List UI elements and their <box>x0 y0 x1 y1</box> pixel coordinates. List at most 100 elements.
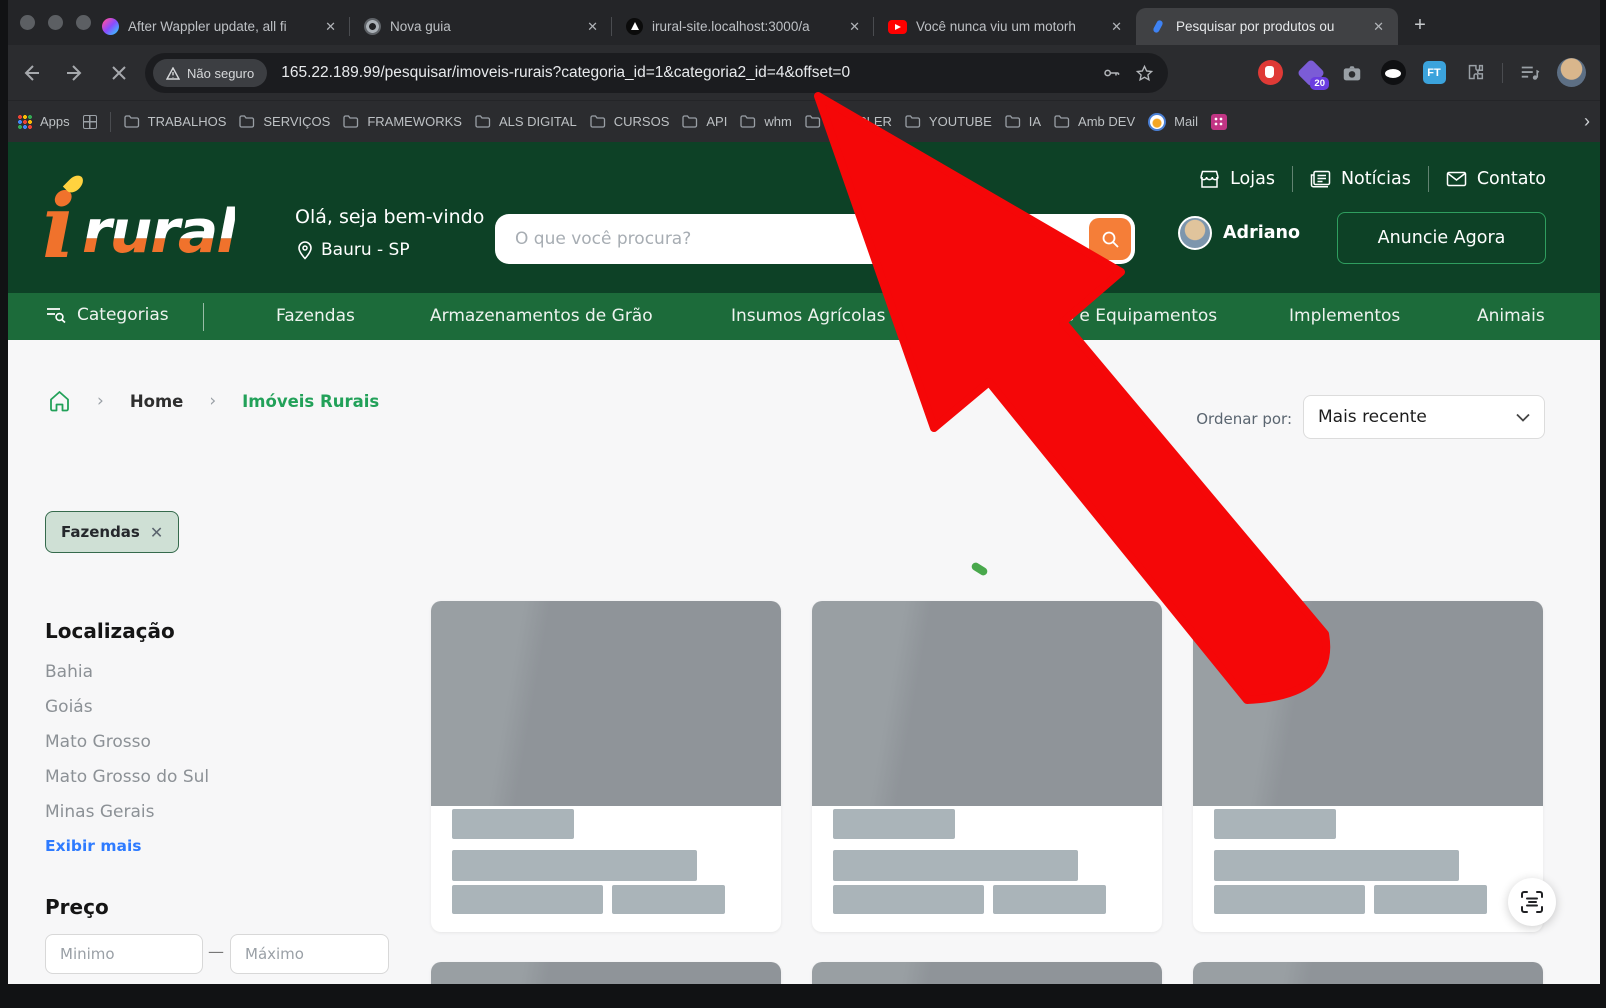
nav-item-animais[interactable]: Animais <box>1477 306 1545 326</box>
listing-card-skeleton[interactable] <box>1193 601 1543 932</box>
purple-extension-icon[interactable]: 20 <box>1297 59 1325 87</box>
sort-select[interactable]: Mais recente <box>1303 395 1545 439</box>
bookmark-folder-youtube[interactable]: YOUTUBE <box>905 114 992 129</box>
folder-icon <box>805 115 821 128</box>
nav-item-implementos[interactable]: Implementos <box>1289 306 1400 326</box>
header-links-divider <box>1292 166 1293 192</box>
browser-tab-new[interactable]: Nova guia ✕ <box>350 8 612 45</box>
security-chip[interactable]: Não seguro <box>153 59 267 87</box>
skeleton-bar <box>1214 850 1459 881</box>
user-location[interactable]: Bauru - SP <box>297 240 410 260</box>
listing-card-skeleton[interactable] <box>431 601 781 932</box>
user-account[interactable]: Adriano <box>1178 216 1300 250</box>
chip-remove-icon[interactable]: ✕ <box>150 523 163 542</box>
bookmark-folder-api[interactable]: API <box>682 114 727 129</box>
bookmark-label: WAPPLER <box>829 114 892 129</box>
browser-profile-avatar[interactable] <box>1557 58 1586 87</box>
nav-item-insumos[interactable]: Insumos Agrícolas <box>731 306 886 326</box>
bookmark-apps[interactable]: Apps <box>18 114 70 129</box>
scan-floating-button[interactable] <box>1508 878 1556 926</box>
breadcrumb-current: Imóveis Rurais <box>242 392 379 411</box>
site-search-bar[interactable] <box>495 214 1135 264</box>
minimize-window-button[interactable] <box>48 15 63 30</box>
nav-item-armazenamentos[interactable]: Armazenamentos de Grão <box>430 306 653 326</box>
bookmark-folder-servicos[interactable]: SERVIÇOS <box>239 114 330 129</box>
irural-logo[interactable]: i rural rural <box>42 168 272 278</box>
browser-tab-active-search[interactable]: Pesquisar por produtos ou ✕ <box>1136 8 1398 45</box>
location-option-minas-gerais[interactable]: Minas Gerais <box>45 802 154 822</box>
bookmark-star-icon[interactable] <box>1135 64 1154 83</box>
listing-card-skeleton[interactable] <box>812 601 1162 932</box>
tab-close-icon[interactable]: ✕ <box>321 19 340 35</box>
tabs-row: After Wappler update, all fi ✕ Nova guia… <box>88 0 1434 45</box>
bookmark-pink-site[interactable] <box>1211 114 1227 130</box>
location-option-goias[interactable]: Goiás <box>45 697 93 717</box>
bookmark-mail[interactable]: Mail <box>1148 113 1198 131</box>
reading-list-icon[interactable] <box>1516 59 1544 87</box>
folder-icon <box>475 115 491 128</box>
nav-item-fazendas[interactable]: Fazendas <box>276 306 355 326</box>
skeleton-bar <box>993 885 1106 914</box>
stop-loading-button[interactable] <box>104 58 134 88</box>
categories-filter-icon <box>45 305 67 325</box>
nav-item-equipamentos[interactable]: tas e Equipamentos <box>1048 306 1217 326</box>
bookmark-folder-amb-dev[interactable]: Amb DEV <box>1054 114 1135 129</box>
bookmark-folder-wappler[interactable]: WAPPLER <box>805 114 892 129</box>
new-tab-button[interactable]: + <box>1406 11 1434 39</box>
tab-close-icon[interactable]: ✕ <box>1107 19 1126 35</box>
price-max-input[interactable] <box>230 934 389 974</box>
tab-close-icon[interactable]: ✕ <box>583 19 602 35</box>
close-window-button[interactable] <box>20 15 35 30</box>
browser-tab-wappler[interactable]: After Wappler update, all fi ✕ <box>88 8 350 45</box>
filter-chip-fazendas[interactable]: Fazendas ✕ <box>45 511 179 553</box>
search-icon <box>1101 230 1120 249</box>
greeting-text: Olá, seja bem-vindo <box>295 206 484 228</box>
results-grid-row-2 <box>431 962 1543 984</box>
breadcrumb-home[interactable]: Home <box>130 392 184 411</box>
macos-traffic-lights[interactable] <box>20 15 91 30</box>
url-text[interactable]: 165.22.189.99/pesquisar/imoveis-rurais?c… <box>281 64 1087 82</box>
search-button[interactable] <box>1089 218 1131 260</box>
noticias-link[interactable]: Notícias <box>1310 169 1411 189</box>
bookmark-folder-als-digital[interactable]: ALS DIGITAL <box>475 114 577 129</box>
bookmark-grid-shortcut[interactable] <box>83 115 97 129</box>
show-more-link[interactable]: Exibir mais <box>45 837 142 855</box>
contato-link[interactable]: Contato <box>1446 169 1546 189</box>
categorias-menu[interactable]: Categorias <box>45 305 169 325</box>
sort-label: Ordenar por: <box>1196 410 1292 428</box>
bookmark-folder-whm[interactable]: whm <box>740 114 791 129</box>
card-body <box>812 806 1162 914</box>
link-label: Lojas <box>1230 169 1275 189</box>
search-input[interactable] <box>495 214 1135 264</box>
bookmark-folder-trabalhos[interactable]: TRABALHOS <box>124 114 227 129</box>
location-option-bahia[interactable]: Bahia <box>45 662 93 682</box>
anuncie-agora-button[interactable]: Anuncie Agora <box>1337 212 1546 264</box>
forward-button[interactable] <box>60 58 90 88</box>
price-min-input[interactable] <box>45 934 203 974</box>
address-bar[interactable]: Não seguro 165.22.189.99/pesquisar/imove… <box>145 53 1168 93</box>
camera-extension-icon[interactable] <box>1338 59 1366 87</box>
location-option-mato-grosso-do-sul[interactable]: Mato Grosso do Sul <box>45 767 209 787</box>
browser-tab-localhost[interactable]: irural-site.localhost:3000/a ✕ <box>612 8 874 45</box>
bookmark-folder-frameworks[interactable]: FRAMEWORKS <box>343 114 462 129</box>
lojas-link[interactable]: Lojas <box>1199 169 1275 189</box>
dark-oval-extension-icon[interactable] <box>1379 59 1407 87</box>
bookmark-folder-ia[interactable]: IA <box>1005 114 1041 129</box>
extensions-puzzle-icon[interactable] <box>1461 59 1489 87</box>
home-icon[interactable] <box>48 390 71 412</box>
password-key-icon[interactable] <box>1101 63 1121 83</box>
news-icon <box>1310 170 1331 188</box>
ft-extension-icon[interactable]: FT <box>1420 59 1448 87</box>
back-button[interactable] <box>16 58 46 88</box>
skeleton-bar <box>452 809 574 839</box>
bookmark-folder-cursos[interactable]: CURSOS <box>590 114 670 129</box>
location-option-mato-grosso[interactable]: Mato Grosso <box>45 732 151 752</box>
browser-tab-youtube[interactable]: Você nunca viu um motorh ✕ <box>874 8 1136 45</box>
nav-divider <box>203 303 204 331</box>
bookmarks-overflow-chevron[interactable]: › <box>1584 111 1590 132</box>
tab-close-icon[interactable]: ✕ <box>1369 19 1388 35</box>
folder-icon <box>343 115 359 128</box>
header-links: Lojas Notícias Contato <box>1199 166 1546 192</box>
adblock-extension-icon[interactable] <box>1256 59 1284 87</box>
tab-close-icon[interactable]: ✕ <box>845 19 864 35</box>
